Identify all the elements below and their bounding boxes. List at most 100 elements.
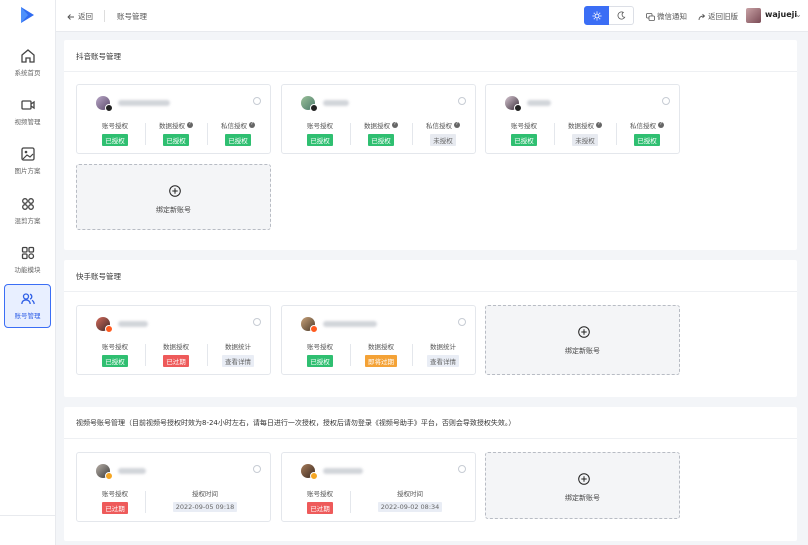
plus-circle-icon (578, 326, 590, 338)
column-label: 账号授权 (307, 343, 333, 351)
sidebar-item-label: 功能模块 (14, 266, 41, 274)
auth-time-column: 授权时间 2022-09-05 09:18 (145, 488, 265, 512)
back-button[interactable]: 返回 (67, 11, 93, 22)
chat-icon (646, 12, 655, 21)
auth-column: 账号授权 已授权 (290, 341, 350, 367)
status-badge: 已授权 (307, 355, 333, 367)
column-label: 数据授权 (163, 343, 189, 351)
section-title: 视频号账号管理（目前视频号授权时效为8-24小时左右，请每日进行一次授权，授权后… (76, 419, 516, 427)
arrow-left-icon (67, 13, 74, 20)
account-name-blurred (527, 100, 551, 106)
account-name-blurred (323, 321, 377, 327)
old-version-link[interactable]: 返回旧版 (698, 11, 738, 22)
more-icon[interactable] (458, 97, 466, 105)
more-icon[interactable] (458, 318, 466, 326)
account-card: 账号授权 已过期 授权时间 2022-09-02 08:34 (281, 452, 476, 522)
status-badge: 已过期 (102, 502, 128, 514)
sidebar-item-label: 图片方案 (14, 167, 41, 175)
account-card: 账号授权 已授权 数据授权? 已授权 私信授权? 未授权 (281, 84, 476, 154)
logo-play-icon[interactable] (17, 5, 37, 25)
more-icon[interactable] (253, 97, 261, 105)
column-label: 账号授权 (102, 490, 128, 498)
column-label: 账号授权 (102, 343, 128, 351)
plus-circle-icon (578, 473, 590, 485)
status-badge: 已授权 (225, 134, 251, 146)
home-icon (20, 49, 35, 63)
column-label: 账号授权 (307, 490, 333, 498)
shipinhao-badge-icon (310, 472, 318, 480)
status-badge: 即将过期 (365, 355, 397, 367)
view-details-button[interactable]: 查看详情 (222, 355, 254, 367)
modules-icon (21, 246, 34, 260)
data-auth-column: 数据授权? 未授权 (554, 120, 616, 146)
douyin-badge-icon (514, 104, 522, 112)
dm-auth-column: 私信授权? 未授权 (412, 120, 474, 146)
sidebar-item-video[interactable]: 视频管理 (4, 91, 51, 135)
users-icon (20, 293, 35, 305)
sidebar: 系统首页 视频管理 图片方案 混剪方案 功能模块 账号管理 (0, 0, 56, 545)
bind-new-account-label: 绑定新账号 (565, 347, 600, 355)
breadcrumb: 账号管理 (117, 12, 147, 21)
status-badge: 已授权 (634, 134, 660, 146)
bind-new-account-label: 绑定新账号 (565, 494, 600, 502)
status-badge: 已授权 (102, 355, 128, 367)
help-icon[interactable]: ? (392, 122, 398, 128)
account-card: 账号授权 已授权 数据授权? 已授权 私信授权? 已授权 (76, 84, 271, 154)
view-details-button[interactable]: 查看详情 (427, 355, 459, 367)
status-badge: 已授权 (163, 134, 189, 146)
account-name-blurred (118, 321, 148, 327)
sidebar-item-accounts[interactable]: 账号管理 (4, 284, 51, 328)
account-card: 账号授权已授权 数据授权即将过期 数据统计查看详情 (281, 305, 476, 375)
wechat-notify-label: 微信通知 (657, 12, 687, 21)
help-icon[interactable]: ? (249, 122, 255, 128)
kuaishou-badge-icon (310, 325, 318, 333)
image-icon (20, 147, 35, 161)
bind-new-account-button[interactable]: 绑定新账号 (76, 164, 271, 230)
sidebar-footer (0, 515, 56, 545)
back-label: 返回 (78, 12, 93, 21)
help-icon[interactable]: ? (187, 122, 193, 128)
column-label: 数据统计 (430, 343, 456, 351)
status-badge: 未授权 (430, 134, 456, 146)
status-badge: 已授权 (307, 134, 333, 146)
kuaishou-section: 快手账号管理 账号授权 已授权 数据授权 已过期 数据统计 查看详情 账号授权 已授权 … (64, 260, 797, 397)
sidebar-item-modules[interactable]: 功能模块 (4, 239, 51, 283)
plus-circle-icon (169, 185, 181, 197)
more-icon[interactable] (662, 97, 670, 105)
more-icon[interactable] (253, 465, 261, 473)
sidebar-item-home[interactable]: 系统首页 (4, 42, 51, 86)
dark-theme-button[interactable] (609, 6, 634, 25)
more-icon[interactable] (458, 465, 466, 473)
help-icon[interactable]: ? (596, 122, 602, 128)
bind-new-account-button[interactable]: 绑定新账号 (485, 305, 680, 375)
wechat-notify-link[interactable]: 微信通知 (646, 11, 687, 22)
sidebar-item-image[interactable]: 图片方案 (4, 140, 51, 184)
auth-time-column: 授权时间 2022-09-02 08:34 (350, 488, 470, 512)
column-label: 授权时间 (192, 490, 218, 498)
auth-column: 账号授权 已过期 (290, 488, 350, 514)
sidebar-item-label: 系统首页 (14, 69, 41, 77)
username[interactable]: wajueji (765, 10, 797, 19)
status-badge: 已过期 (163, 355, 189, 367)
column-label: 数据授权 (368, 343, 394, 351)
account-card: 账号授权 已授权 数据授权 已过期 数据统计 查看详情 (76, 305, 271, 375)
section-title: 抖音账号管理 (76, 52, 121, 61)
sun-icon (592, 11, 601, 20)
column-label: 私信授权 (221, 122, 247, 130)
section-divider (64, 71, 797, 72)
account-name-blurred (118, 100, 170, 106)
data-auth-column: 数据授权? 已授权 (350, 120, 412, 146)
help-icon[interactable]: ? (658, 122, 664, 128)
chevron-down-icon[interactable]: ⌄ (795, 10, 802, 19)
bind-new-account-button[interactable]: 绑定新账号 (485, 452, 680, 519)
auth-column: 账号授权 已授权 (85, 120, 145, 146)
user-avatar[interactable] (746, 8, 761, 23)
share-icon (698, 13, 706, 20)
sidebar-item-mix[interactable]: 混剪方案 (4, 190, 51, 234)
more-icon[interactable] (253, 318, 261, 326)
sidebar-item-label: 账号管理 (14, 312, 41, 320)
help-icon[interactable]: ? (454, 122, 460, 128)
shipinhao-section: 视频号账号管理（目前视频号授权时效为8-24小时左右，请每日进行一次授权，授权后… (64, 407, 797, 541)
light-theme-button[interactable] (584, 6, 609, 25)
sidebar-item-label: 视频管理 (14, 118, 41, 126)
